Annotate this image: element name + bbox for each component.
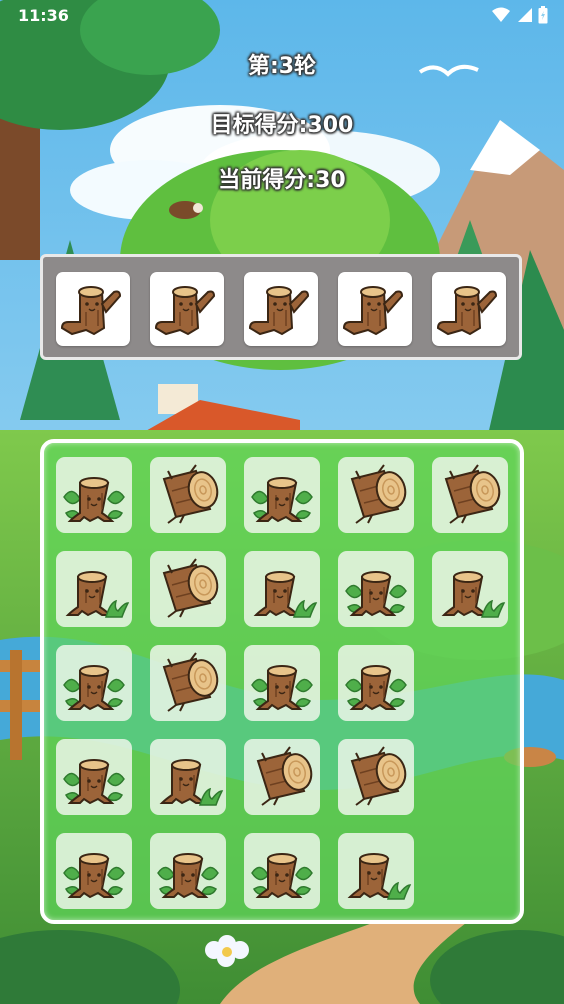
waving-stump-icon: [342, 286, 404, 336]
board-tile-leafy-stump[interactable]: [56, 739, 132, 815]
leafy-stump-icon: [63, 853, 125, 899]
tray-slot-waving-stump: [244, 272, 318, 346]
leafy-stump-icon: [251, 853, 313, 899]
board-tile-leafy-stump[interactable]: [244, 457, 320, 533]
log-icon: [162, 558, 219, 618]
board-tile-grass-stump[interactable]: [432, 551, 508, 627]
grass-stump-icon: [65, 571, 130, 618]
board-tile-grass-stump[interactable]: [244, 551, 320, 627]
round-label: 第:3轮: [247, 54, 317, 79]
leafy-stump-icon: [63, 759, 125, 805]
leafy-stump-icon: [251, 477, 313, 523]
grass-stump-icon: [441, 571, 506, 618]
grass-stump-icon: [159, 759, 224, 806]
board-tile-leafy-stump[interactable]: [56, 457, 132, 533]
wifi-icon: [492, 7, 510, 22]
log-icon: [350, 464, 407, 524]
tray-slot-waving-stump: [150, 272, 224, 346]
waving-stump-icon: [248, 286, 310, 336]
log-icon: [444, 464, 501, 524]
grass-stump-icon: [347, 853, 412, 900]
current-score-label: 当前得分:30: [218, 168, 346, 193]
leafy-stump-icon: [63, 665, 125, 711]
board-tile-log[interactable]: [150, 457, 226, 533]
board-tile-grass-stump[interactable]: [150, 739, 226, 815]
waving-stump-icon: [436, 286, 498, 336]
status-bar: 11:36: [0, 0, 564, 32]
clock-time: 11:36: [18, 6, 69, 25]
leafy-stump-icon: [251, 665, 313, 711]
board-tile-log[interactable]: [150, 551, 226, 627]
waving-stump-icon: [154, 286, 216, 336]
log-icon: [256, 746, 313, 806]
board-tile-log[interactable]: [338, 739, 414, 815]
target-score-label: 目标得分:300: [210, 113, 354, 138]
log-icon: [350, 746, 407, 806]
tray-slot-waving-stump: [338, 272, 412, 346]
board-tile-log[interactable]: [150, 645, 226, 721]
leafy-stump-icon: [345, 665, 407, 711]
battery-icon: [538, 6, 548, 24]
board-tile-grass-stump[interactable]: [56, 551, 132, 627]
leafy-stump-icon: [63, 477, 125, 523]
waving-stump-icon: [60, 286, 122, 336]
board-tile-leafy-stump[interactable]: [56, 833, 132, 909]
game-board: [40, 439, 524, 924]
log-icon: [162, 464, 219, 524]
board-tile-log[interactable]: [338, 457, 414, 533]
board-tile-leafy-stump[interactable]: [338, 645, 414, 721]
leafy-stump-icon: [157, 853, 219, 899]
grass-stump-icon: [253, 571, 318, 618]
leafy-stump-icon: [345, 571, 407, 617]
board-tile-leafy-stump[interactable]: [150, 833, 226, 909]
board-tile-log[interactable]: [244, 739, 320, 815]
board-tile-leafy-stump[interactable]: [244, 833, 320, 909]
board-tile-leafy-stump[interactable]: [244, 645, 320, 721]
board-tile-leafy-stump[interactable]: [56, 645, 132, 721]
board-tile-log[interactable]: [432, 457, 508, 533]
board-tile-grass-stump[interactable]: [338, 833, 414, 909]
tray-slot-waving-stump: [432, 272, 506, 346]
signal-icon: [518, 8, 532, 22]
log-icon: [162, 652, 219, 712]
slot-tray: [40, 254, 522, 360]
board-tile-leafy-stump[interactable]: [338, 551, 414, 627]
tray-slot-waving-stump: [56, 272, 130, 346]
